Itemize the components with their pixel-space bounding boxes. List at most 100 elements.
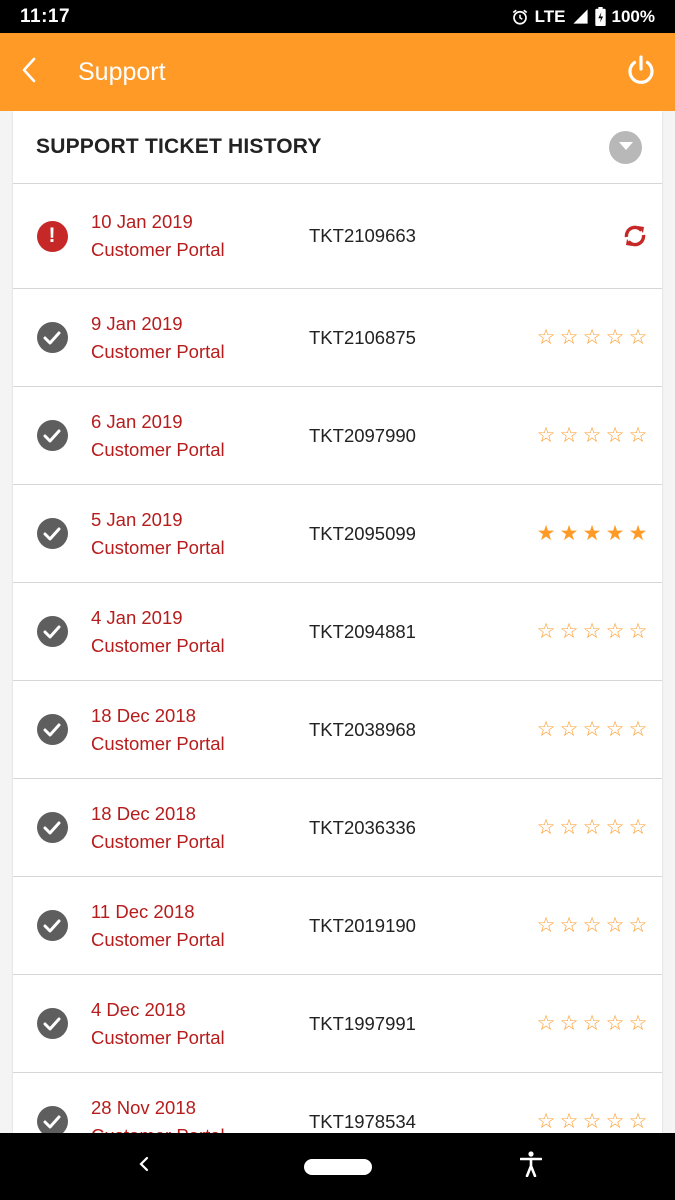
- star-outline-icon[interactable]: ☆: [628, 1013, 648, 1034]
- ticket-id: TKT2036336: [309, 816, 416, 838]
- star-outline-icon[interactable]: ☆: [559, 1111, 579, 1132]
- star-rating[interactable]: ☆ ☆ ☆ ☆ ☆: [536, 1111, 648, 1132]
- battery-icon: [594, 7, 606, 26]
- check-circle-icon: [36, 910, 68, 941]
- nav-home-button[interactable]: [303, 1158, 372, 1175]
- ticket-status: [13, 518, 91, 549]
- star-outline-icon[interactable]: ☆: [628, 719, 648, 740]
- ticket-row[interactable]: 4 Jan 2019 Customer Portal TKT2094881 ☆ ☆ ☆ ☆ ☆: [13, 583, 662, 681]
- star-outline-icon[interactable]: ☆: [605, 1013, 625, 1034]
- ticket-history-card: SUPPORT TICKET HISTORY ! 10 Jan 2019 Custo…: [13, 111, 662, 1136]
- star-outline-icon[interactable]: ☆: [628, 327, 648, 348]
- check-circle-icon: [36, 1106, 68, 1136]
- ticket-row[interactable]: 4 Dec 2018 Customer Portal TKT1997991 ☆ ☆ ☆ ☆ ☆: [13, 975, 662, 1073]
- check-circle-icon: [36, 322, 68, 353]
- ticket-status: [13, 910, 91, 941]
- star-filled-icon[interactable]: ★: [559, 523, 579, 544]
- star-filled-icon[interactable]: ★: [628, 523, 648, 544]
- back-button[interactable]: [0, 33, 58, 111]
- star-rating[interactable]: ☆ ☆ ☆ ☆ ☆: [536, 915, 648, 936]
- star-outline-icon[interactable]: ☆: [628, 1111, 648, 1132]
- collapse-toggle-button[interactable]: [609, 130, 642, 164]
- ticket-row[interactable]: 11 Dec 2018 Customer Portal TKT2019190 ☆ ☆ ☆ ☆…: [13, 877, 662, 975]
- ticket-date: 11 Dec 2018: [91, 900, 195, 922]
- star-outline-icon[interactable]: ☆: [628, 817, 648, 838]
- ticket-row[interactable]: 28 Nov 2018 Customer Portal TKT1978534 ☆ ☆ ☆ ☆…: [13, 1073, 662, 1136]
- star-outline-icon[interactable]: ☆: [582, 425, 602, 446]
- ticket-row[interactable]: 9 Jan 2019 Customer Portal TKT2106875 ☆ ☆ ☆ ☆ ☆: [13, 289, 662, 387]
- star-outline-icon[interactable]: ☆: [536, 817, 556, 838]
- ticket-id: TKT2109663: [309, 225, 416, 246]
- star-filled-icon[interactable]: ★: [536, 523, 556, 544]
- star-rating[interactable]: ☆ ☆ ☆ ☆ ☆: [536, 817, 648, 838]
- ticket-row[interactable]: 18 Dec 2018 Customer Portal TKT2036336 ☆ ☆ ☆ ☆…: [13, 779, 662, 877]
- check-circle-icon: [36, 518, 68, 549]
- star-outline-icon[interactable]: ☆: [536, 327, 556, 348]
- ticket-status: !: [13, 220, 91, 252]
- star-rating[interactable]: ☆ ☆ ☆ ☆ ☆: [536, 327, 648, 348]
- status-time: 11:17: [20, 5, 71, 27]
- star-outline-icon[interactable]: ☆: [559, 1013, 579, 1034]
- nav-back-button[interactable]: [124, 1147, 164, 1187]
- ticket-status: [13, 714, 91, 745]
- star-rating[interactable]: ★ ★ ★ ★ ★: [536, 523, 648, 544]
- star-rating[interactable]: ☆ ☆ ☆ ☆ ☆: [536, 621, 648, 642]
- star-outline-icon[interactable]: ☆: [605, 1111, 625, 1132]
- star-outline-icon[interactable]: ☆: [559, 327, 579, 348]
- star-outline-icon[interactable]: ☆: [628, 425, 648, 446]
- ticket-source: Customer Portal: [91, 239, 225, 260]
- star-outline-icon[interactable]: ☆: [605, 327, 625, 348]
- ticket-id: TKT2038968: [309, 718, 416, 740]
- star-outline-icon[interactable]: ☆: [605, 621, 625, 642]
- accessibility-button[interactable]: [511, 1147, 551, 1187]
- ticket-row[interactable]: ! 10 Jan 2019 Customer Portal TKT2109663: [13, 184, 662, 289]
- star-rating[interactable]: ☆ ☆ ☆ ☆ ☆: [536, 1013, 648, 1034]
- star-outline-icon[interactable]: ☆: [605, 425, 625, 446]
- status-bar: 11:17 LTE 100%: [0, 0, 675, 33]
- star-outline-icon[interactable]: ☆: [536, 719, 556, 740]
- star-outline-icon[interactable]: ☆: [559, 915, 579, 936]
- refresh-icon[interactable]: [622, 223, 648, 249]
- star-outline-icon[interactable]: ☆: [559, 621, 579, 642]
- signal-icon: [572, 8, 589, 25]
- star-outline-icon[interactable]: ☆: [559, 719, 579, 740]
- star-outline-icon[interactable]: ☆: [582, 1111, 602, 1132]
- star-filled-icon[interactable]: ★: [582, 523, 602, 544]
- star-outline-icon[interactable]: ☆: [605, 915, 625, 936]
- star-filled-icon[interactable]: ★: [605, 523, 625, 544]
- star-outline-icon[interactable]: ☆: [605, 719, 625, 740]
- ticket-meta: 4 Dec 2018 Customer Portal: [91, 996, 309, 1052]
- ticket-row[interactable]: 18 Dec 2018 Customer Portal TKT2038968 ☆ ☆ ☆ ☆…: [13, 681, 662, 779]
- star-outline-icon[interactable]: ☆: [536, 621, 556, 642]
- caret-down-icon: [618, 138, 633, 156]
- ticket-date: 9 Jan 2019: [91, 312, 183, 334]
- ticket-id: TKT2019190: [309, 914, 416, 936]
- star-outline-icon[interactable]: ☆: [582, 621, 602, 642]
- star-outline-icon[interactable]: ☆: [536, 1013, 556, 1034]
- star-outline-icon[interactable]: ☆: [582, 915, 602, 936]
- star-outline-icon[interactable]: ☆: [536, 915, 556, 936]
- star-rating[interactable]: ☆ ☆ ☆ ☆ ☆: [536, 425, 648, 446]
- star-outline-icon[interactable]: ☆: [536, 1111, 556, 1132]
- ticket-date: 10 Jan 2019: [91, 211, 193, 232]
- star-rating[interactable]: ☆ ☆ ☆ ☆ ☆: [536, 719, 648, 740]
- ticket-id: TKT2106875: [309, 326, 416, 348]
- ticket-row[interactable]: 5 Jan 2019 Customer Portal TKT2095099 ★ ★ ★ ★ ★: [13, 485, 662, 583]
- star-outline-icon[interactable]: ☆: [559, 425, 579, 446]
- star-outline-icon[interactable]: ☆: [628, 915, 648, 936]
- star-outline-icon[interactable]: ☆: [605, 817, 625, 838]
- star-outline-icon[interactable]: ☆: [582, 719, 602, 740]
- ticket-source: Customer Portal: [91, 928, 225, 950]
- ticket-meta: 11 Dec 2018 Customer Portal: [91, 898, 309, 954]
- star-outline-icon[interactable]: ☆: [582, 1013, 602, 1034]
- card-title: SUPPORT TICKET HISTORY: [36, 135, 322, 158]
- star-outline-icon[interactable]: ☆: [559, 817, 579, 838]
- star-outline-icon[interactable]: ☆: [536, 425, 556, 446]
- check-circle-icon: [36, 714, 68, 745]
- star-outline-icon[interactable]: ☆: [582, 817, 602, 838]
- ticket-row[interactable]: 6 Jan 2019 Customer Portal TKT2097990 ☆ ☆ ☆ ☆ ☆: [13, 387, 662, 485]
- star-outline-icon[interactable]: ☆: [582, 327, 602, 348]
- ticket-status: [13, 1106, 91, 1136]
- logout-button[interactable]: [611, 33, 671, 111]
- star-outline-icon[interactable]: ☆: [628, 621, 648, 642]
